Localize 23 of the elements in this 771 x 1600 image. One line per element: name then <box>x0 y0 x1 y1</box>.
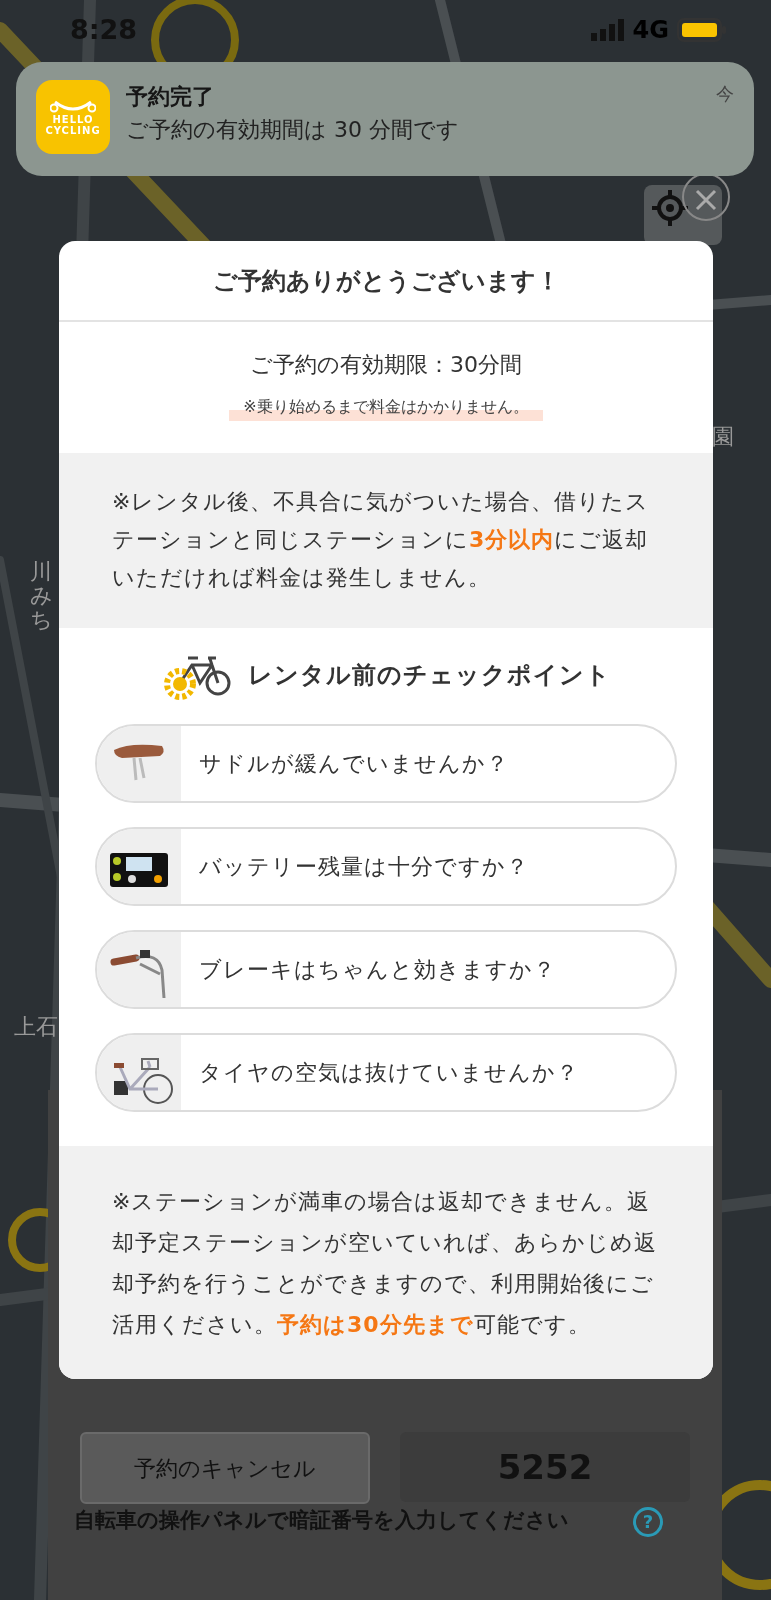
crosshair-icon <box>650 188 690 228</box>
return-note-text: ※ステーションが満車の場合は返却できません。返却予定ステーションが空いていれば、あらかじめ返却予約を行うことができますので、利用開始後にご活用ください。予約は30分先まで可能です。 <box>59 1146 713 1380</box>
notification-time: 今 <box>716 82 734 106</box>
battery-icon <box>677 18 727 42</box>
notification-message: ご予約の有効期間は 30 分間です <box>126 116 460 144</box>
expiry-text: ご予約の有効期限：30分間 <box>250 351 522 379</box>
close-icon <box>694 187 718 212</box>
checkpoint-label: サドルが緩んでいませんか？ <box>198 750 509 779</box>
help-icon[interactable]: ? <box>633 1507 663 1537</box>
notice-text: ※レンタル後、不具合に気がついた場合、借りたステーションと同じステーションに 3分以内にご返却いただければ料金は発生しません。 <box>59 453 713 629</box>
checkpoint-label: タイヤの空気は抜けていませんか？ <box>198 1059 579 1088</box>
signal-icon <box>590 19 625 41</box>
checkpoint-label: バッテリー残量は十分ですか？ <box>198 853 529 882</box>
app-icon-label: HELLO <box>52 113 94 125</box>
modal-title: ご予約ありがとうございます！ <box>59 241 713 322</box>
map-label: 川みち <box>30 560 52 633</box>
checkpoint-label: ブレーキはちゃんと効きますか？ <box>198 956 556 985</box>
map-label: 園 <box>712 423 734 451</box>
app-icon-label: CYCLING <box>45 125 101 137</box>
map-label: 上石 <box>14 1013 58 1041</box>
notification-title: 予約完了 <box>126 83 215 111</box>
checkpoint-heading: レンタル前のチェックポイント <box>247 660 611 692</box>
cancel-reservation-button[interactable]: 予約のキャンセル <box>80 1432 370 1504</box>
